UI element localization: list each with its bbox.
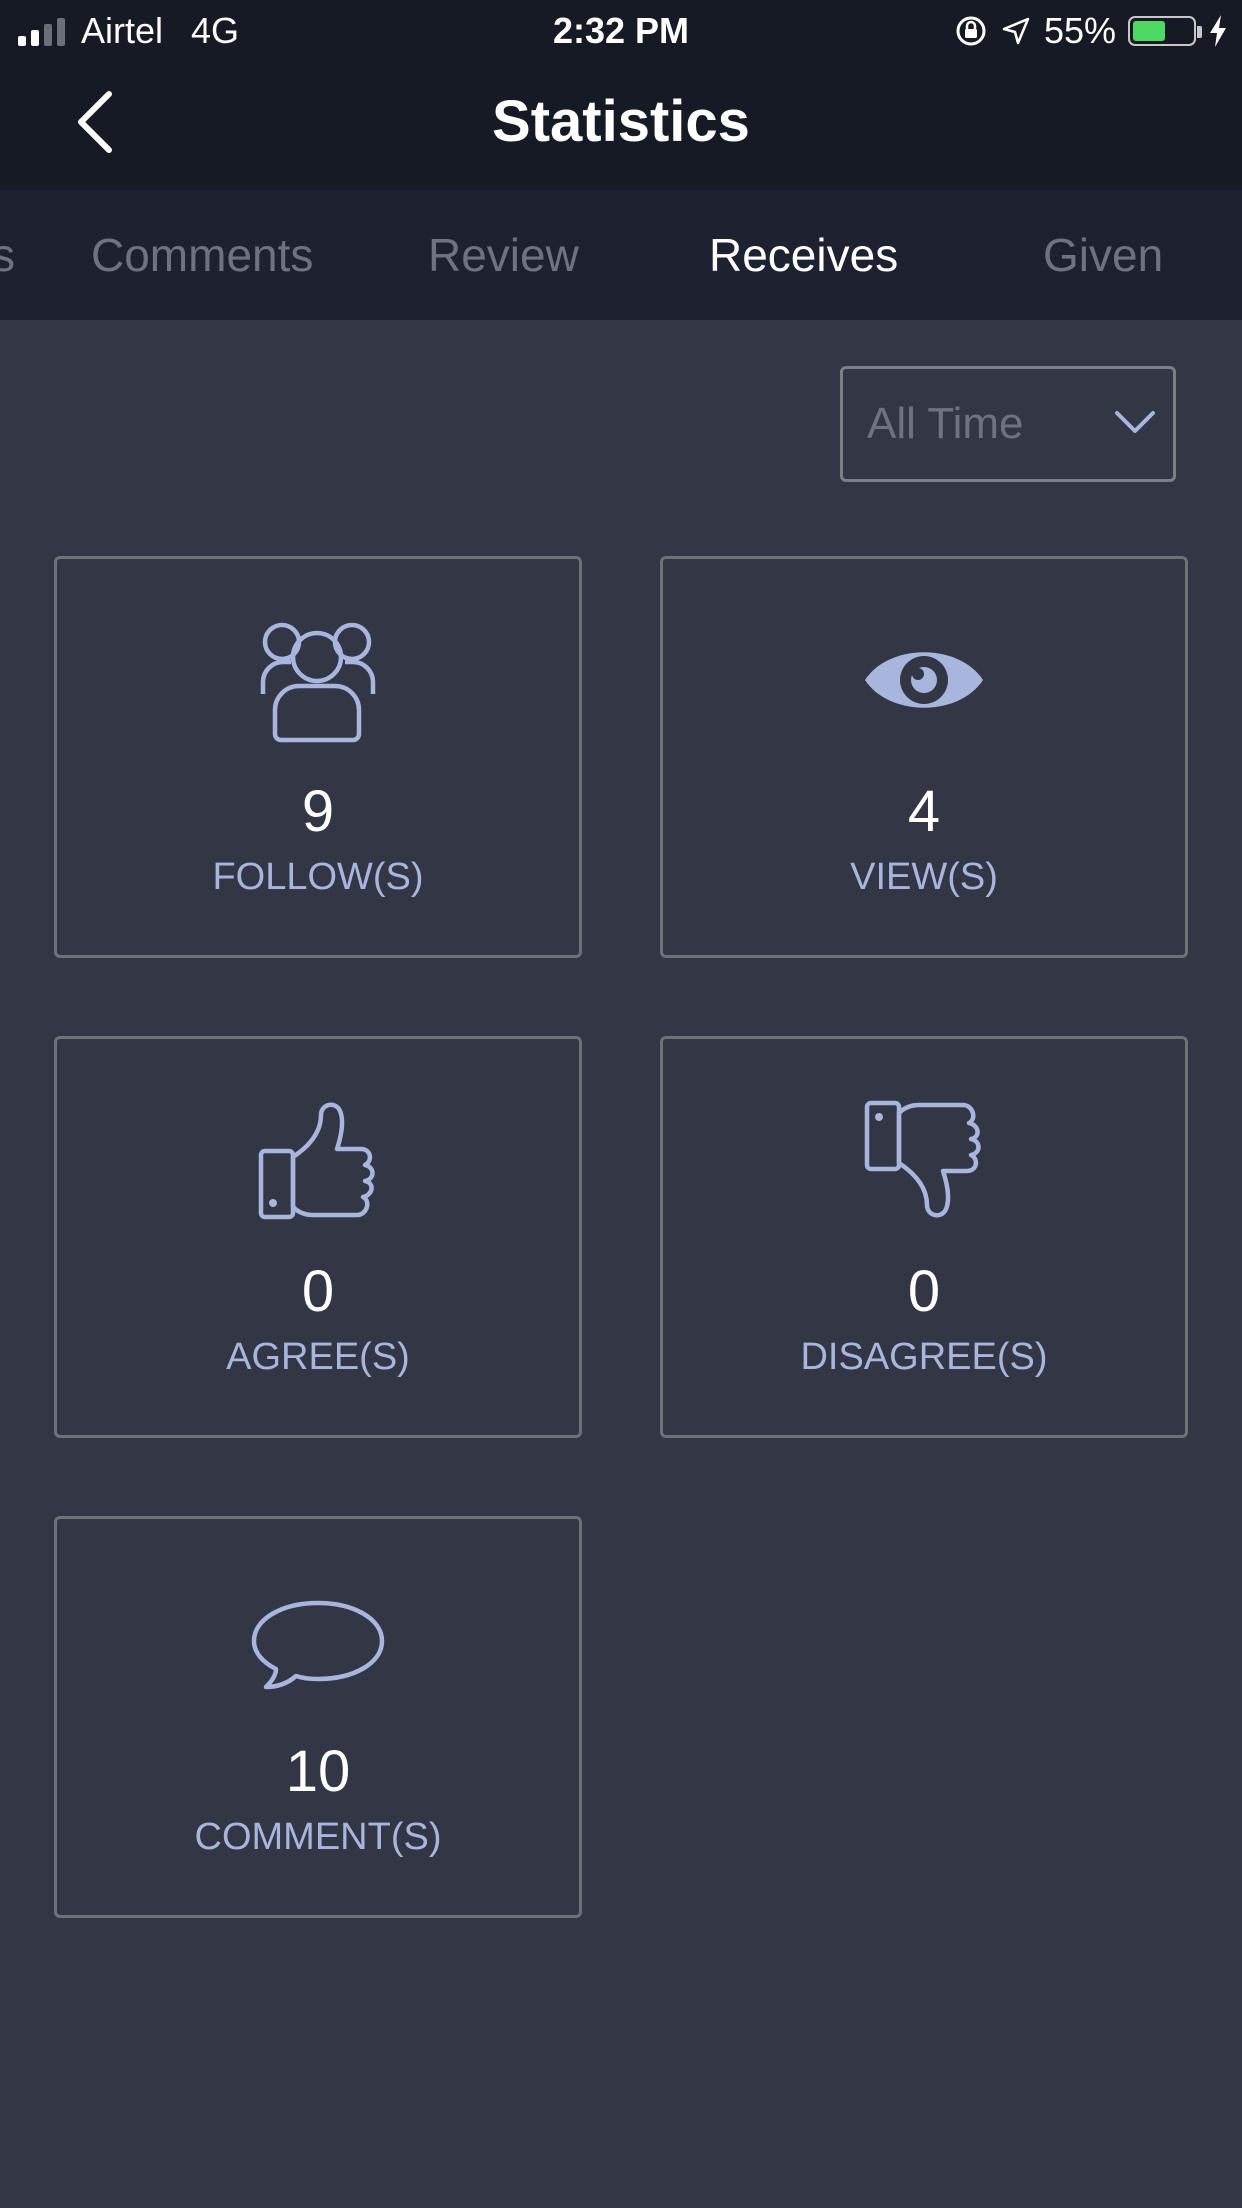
page-title: Statistics [492,89,750,154]
agrees-label: AGREE(S) [226,1336,410,1378]
comment-icon [251,1600,385,1690]
location-arrow-icon [1002,17,1030,45]
tab-partial[interactable]: s [0,190,15,320]
views-count: 4 [907,779,941,844]
followers-icon [260,622,376,743]
thumbs-down-icon [864,1100,981,1218]
eye-icon [865,652,983,708]
views-label: VIEW(S) [850,856,998,898]
charging-bolt-icon [1210,15,1226,47]
follows-label: FOLLOW(S) [212,856,424,898]
stat-card-agrees: 0 AGREE(S) [54,1036,582,1438]
status-bar: Airtel 4G 2:32 PM 55% [0,0,1242,62]
thumbs-up-icon [258,1102,375,1220]
tab-bar: s Comments Review Receives Given [0,190,1242,320]
tab-given[interactable]: Given [1043,190,1163,320]
stat-card-follows: 9 FOLLOW(S) [54,556,582,958]
time-filter-value: All Time [867,399,1024,448]
tab-review[interactable]: Review [428,190,579,320]
stat-card-comments: 10 COMMENT(S) [54,1516,582,1918]
comments-count: 10 [285,1739,351,1804]
time-filter-dropdown[interactable]: All Time [840,366,1176,482]
battery-icon [1128,16,1202,46]
battery-percent: 55% [1043,10,1116,51]
stat-card-views: 4 VIEW(S) [660,556,1188,958]
chevron-down-icon [1115,411,1155,433]
disagrees-label: DISAGREE(S) [800,1336,1048,1378]
nav-bar: Statistics [0,62,1242,190]
tab-comments[interactable]: Comments [91,190,313,320]
orientation-lock-icon [956,16,986,46]
tab-receives[interactable]: Receives [709,190,898,320]
disagrees-count: 0 [907,1259,941,1324]
status-right: 55% [954,10,1228,52]
follows-count: 9 [301,779,335,844]
comments-label: COMMENT(S) [194,1816,442,1858]
agrees-count: 0 [301,1259,335,1324]
stat-card-disagrees: 0 DISAGREE(S) [660,1036,1188,1438]
